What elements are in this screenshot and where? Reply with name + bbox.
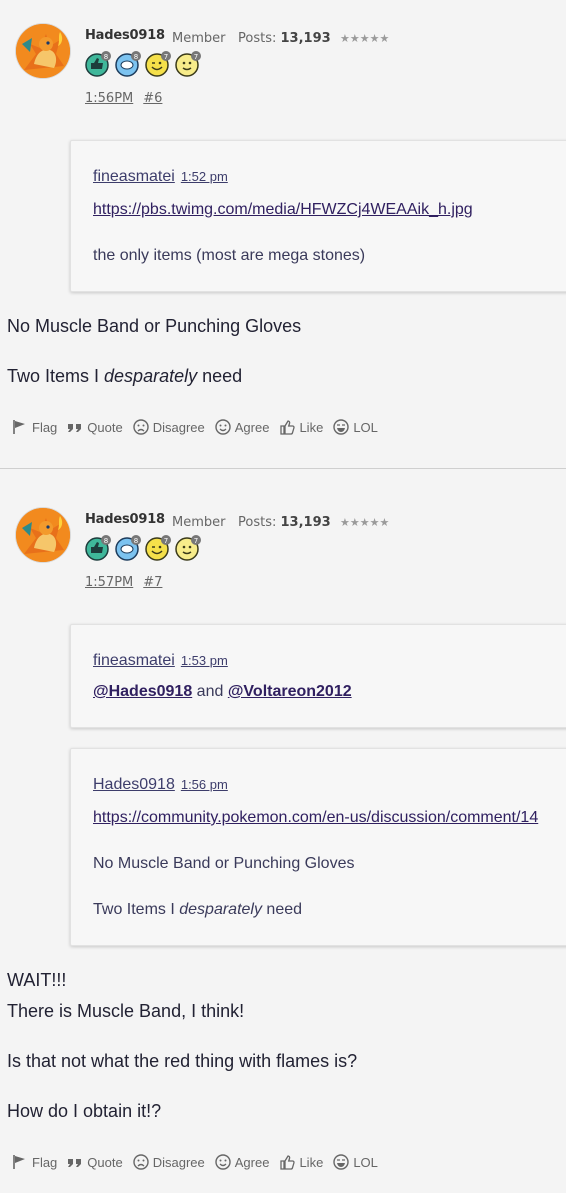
mention-link[interactable]: @Voltareon2012 — [228, 683, 352, 700]
post-permalink[interactable]: #7 — [143, 575, 162, 590]
quote-icon — [68, 1159, 82, 1167]
quote-text: No Muscle Band or Punching Gloves — [93, 855, 355, 872]
mention-link[interactable]: @Hades0918 — [93, 683, 192, 700]
like-button[interactable]: Like — [279, 1154, 323, 1170]
svg-text:8: 8 — [104, 53, 108, 61]
quote-discussion-link[interactable]: https://community.pokemon.com/en-us/disc… — [93, 809, 538, 826]
svg-text:7: 7 — [194, 53, 198, 61]
badge-row: 8 8 7 7 — [85, 51, 201, 77]
svg-text:8: 8 — [104, 537, 108, 545]
post-body-line: How do I obtain it!? — [7, 1101, 162, 1121]
quote-author-link[interactable]: fineasmatei — [93, 652, 175, 669]
author-name[interactable]: Hades0918 — [85, 512, 165, 527]
quote-image-link[interactable]: https://pbs.twimg.com/media/HFWZCj4WEAAi… — [93, 201, 473, 218]
quote-block: fineasmatei 1:52 pm https://pbs.twimg.com… — [70, 140, 566, 292]
post-time-link[interactable]: 1:57PM — [85, 575, 133, 590]
post-body-line: WAIT!!! — [7, 970, 67, 990]
avatar[interactable] — [16, 508, 70, 562]
thumbs-up-badge-icon[interactable]: 8 — [85, 51, 111, 77]
smile-face-badge-icon[interactable]: 7 — [175, 51, 201, 77]
badge-row: 8 8 7 7 — [85, 535, 201, 561]
disagree-button[interactable]: Disagree — [133, 1154, 205, 1170]
agree-button[interactable]: Agree — [215, 1154, 269, 1170]
charizard-avatar-icon — [16, 24, 70, 78]
quote-time-link[interactable]: 1:53 pm — [181, 653, 228, 668]
post-count: Posts: 13,193 — [238, 515, 331, 530]
post-body-line: Is that not what the red thing with flam… — [7, 1051, 358, 1071]
post-body-line: No Muscle Band or Punching Gloves — [7, 316, 302, 336]
lol-button[interactable]: LOL — [333, 1154, 378, 1170]
flag-icon — [13, 1155, 25, 1169]
wink-face-badge-icon[interactable]: 7 — [145, 535, 171, 561]
post-time-link[interactable]: 1:56PM — [85, 91, 133, 106]
frown-face-icon — [133, 1154, 149, 1170]
post: Hades0918 Member Posts: 13,193 ★★★★★ 8 8… — [0, 468, 566, 1193]
quote-header: fineasmatei 1:53 pm — [93, 652, 228, 670]
quote-author-link[interactable]: Hades0918 — [93, 776, 175, 793]
avatar[interactable] — [16, 24, 70, 78]
quote-header: fineasmatei 1:52 pm — [93, 168, 228, 186]
post-permalink[interactable]: #6 — [143, 91, 162, 106]
frown-face-icon — [133, 419, 149, 435]
post-meta: 1:57PM #7 — [85, 575, 172, 590]
agree-button[interactable]: Agree — [215, 419, 269, 435]
thumbs-up-badge-icon[interactable]: 8 — [85, 535, 111, 561]
post-meta: 1:56PM #6 — [85, 91, 172, 106]
post-body-line: There is Muscle Band, I think! — [7, 1001, 245, 1021]
flag-button[interactable]: Flag — [12, 1154, 57, 1170]
flag-button[interactable]: Flag — [12, 419, 57, 435]
rank-stars: ★★★★★ — [340, 32, 390, 45]
lol-button[interactable]: LOL — [333, 419, 378, 435]
svg-text:7: 7 — [164, 537, 168, 545]
post-actions: Flag Quote Disagree Agree Like LOL — [12, 1154, 388, 1170]
quote-text: Two Items I desparately need — [93, 901, 303, 918]
svg-text:7: 7 — [194, 537, 198, 545]
post-count: Posts: 13,193 — [238, 31, 331, 46]
laugh-face-icon — [333, 1154, 350, 1170]
quote-text: @Hades0918 and @Voltareon2012 — [93, 683, 352, 700]
smile-face-badge-icon[interactable]: 7 — [175, 535, 201, 561]
wink-face-badge-icon[interactable]: 7 — [145, 51, 171, 77]
author-role: Member — [172, 515, 226, 530]
charizard-avatar-icon — [16, 508, 70, 562]
author-name[interactable]: Hades0918 — [85, 28, 165, 43]
smile-face-icon — [215, 419, 231, 435]
quote-block: Hades0918 1:56 pm https://community.pokem… — [70, 748, 566, 946]
rank-stars: ★★★★★ — [340, 516, 390, 529]
quote-icon — [68, 424, 82, 432]
post-actions: Flag Quote Disagree Agree Like LOL — [12, 419, 388, 435]
quote-time-link[interactable]: 1:52 pm — [181, 169, 228, 184]
laugh-face-icon — [333, 419, 350, 435]
thumbs-up-icon — [280, 420, 296, 435]
post: Hades0918 Member Posts: 13,193 ★★★★★ 8 8… — [0, 0, 566, 468]
quote-button[interactable]: Quote — [67, 419, 123, 435]
smile-face-icon — [215, 1154, 231, 1170]
quote-time-link[interactable]: 1:56 pm — [181, 777, 228, 792]
quote-block: fineasmatei 1:53 pm @Hades0918 and @Volta… — [70, 624, 566, 728]
quote-header: Hades0918 1:56 pm — [93, 776, 228, 794]
disagree-button[interactable]: Disagree — [133, 419, 205, 435]
author-role: Member — [172, 31, 226, 46]
speech-bubble-badge-icon[interactable]: 8 — [115, 51, 141, 77]
quote-button[interactable]: Quote — [67, 1154, 123, 1170]
like-button[interactable]: Like — [279, 419, 323, 435]
svg-text:8: 8 — [134, 537, 138, 545]
post-body-line: Two Items I desparately need — [7, 366, 243, 386]
quote-text: the only items (most are mega stones) — [93, 247, 366, 264]
svg-text:7: 7 — [164, 53, 168, 61]
thumbs-up-icon — [280, 1155, 296, 1170]
quote-author-link[interactable]: fineasmatei — [93, 168, 175, 185]
speech-bubble-badge-icon[interactable]: 8 — [115, 535, 141, 561]
svg-text:8: 8 — [134, 53, 138, 61]
flag-icon — [13, 420, 25, 434]
